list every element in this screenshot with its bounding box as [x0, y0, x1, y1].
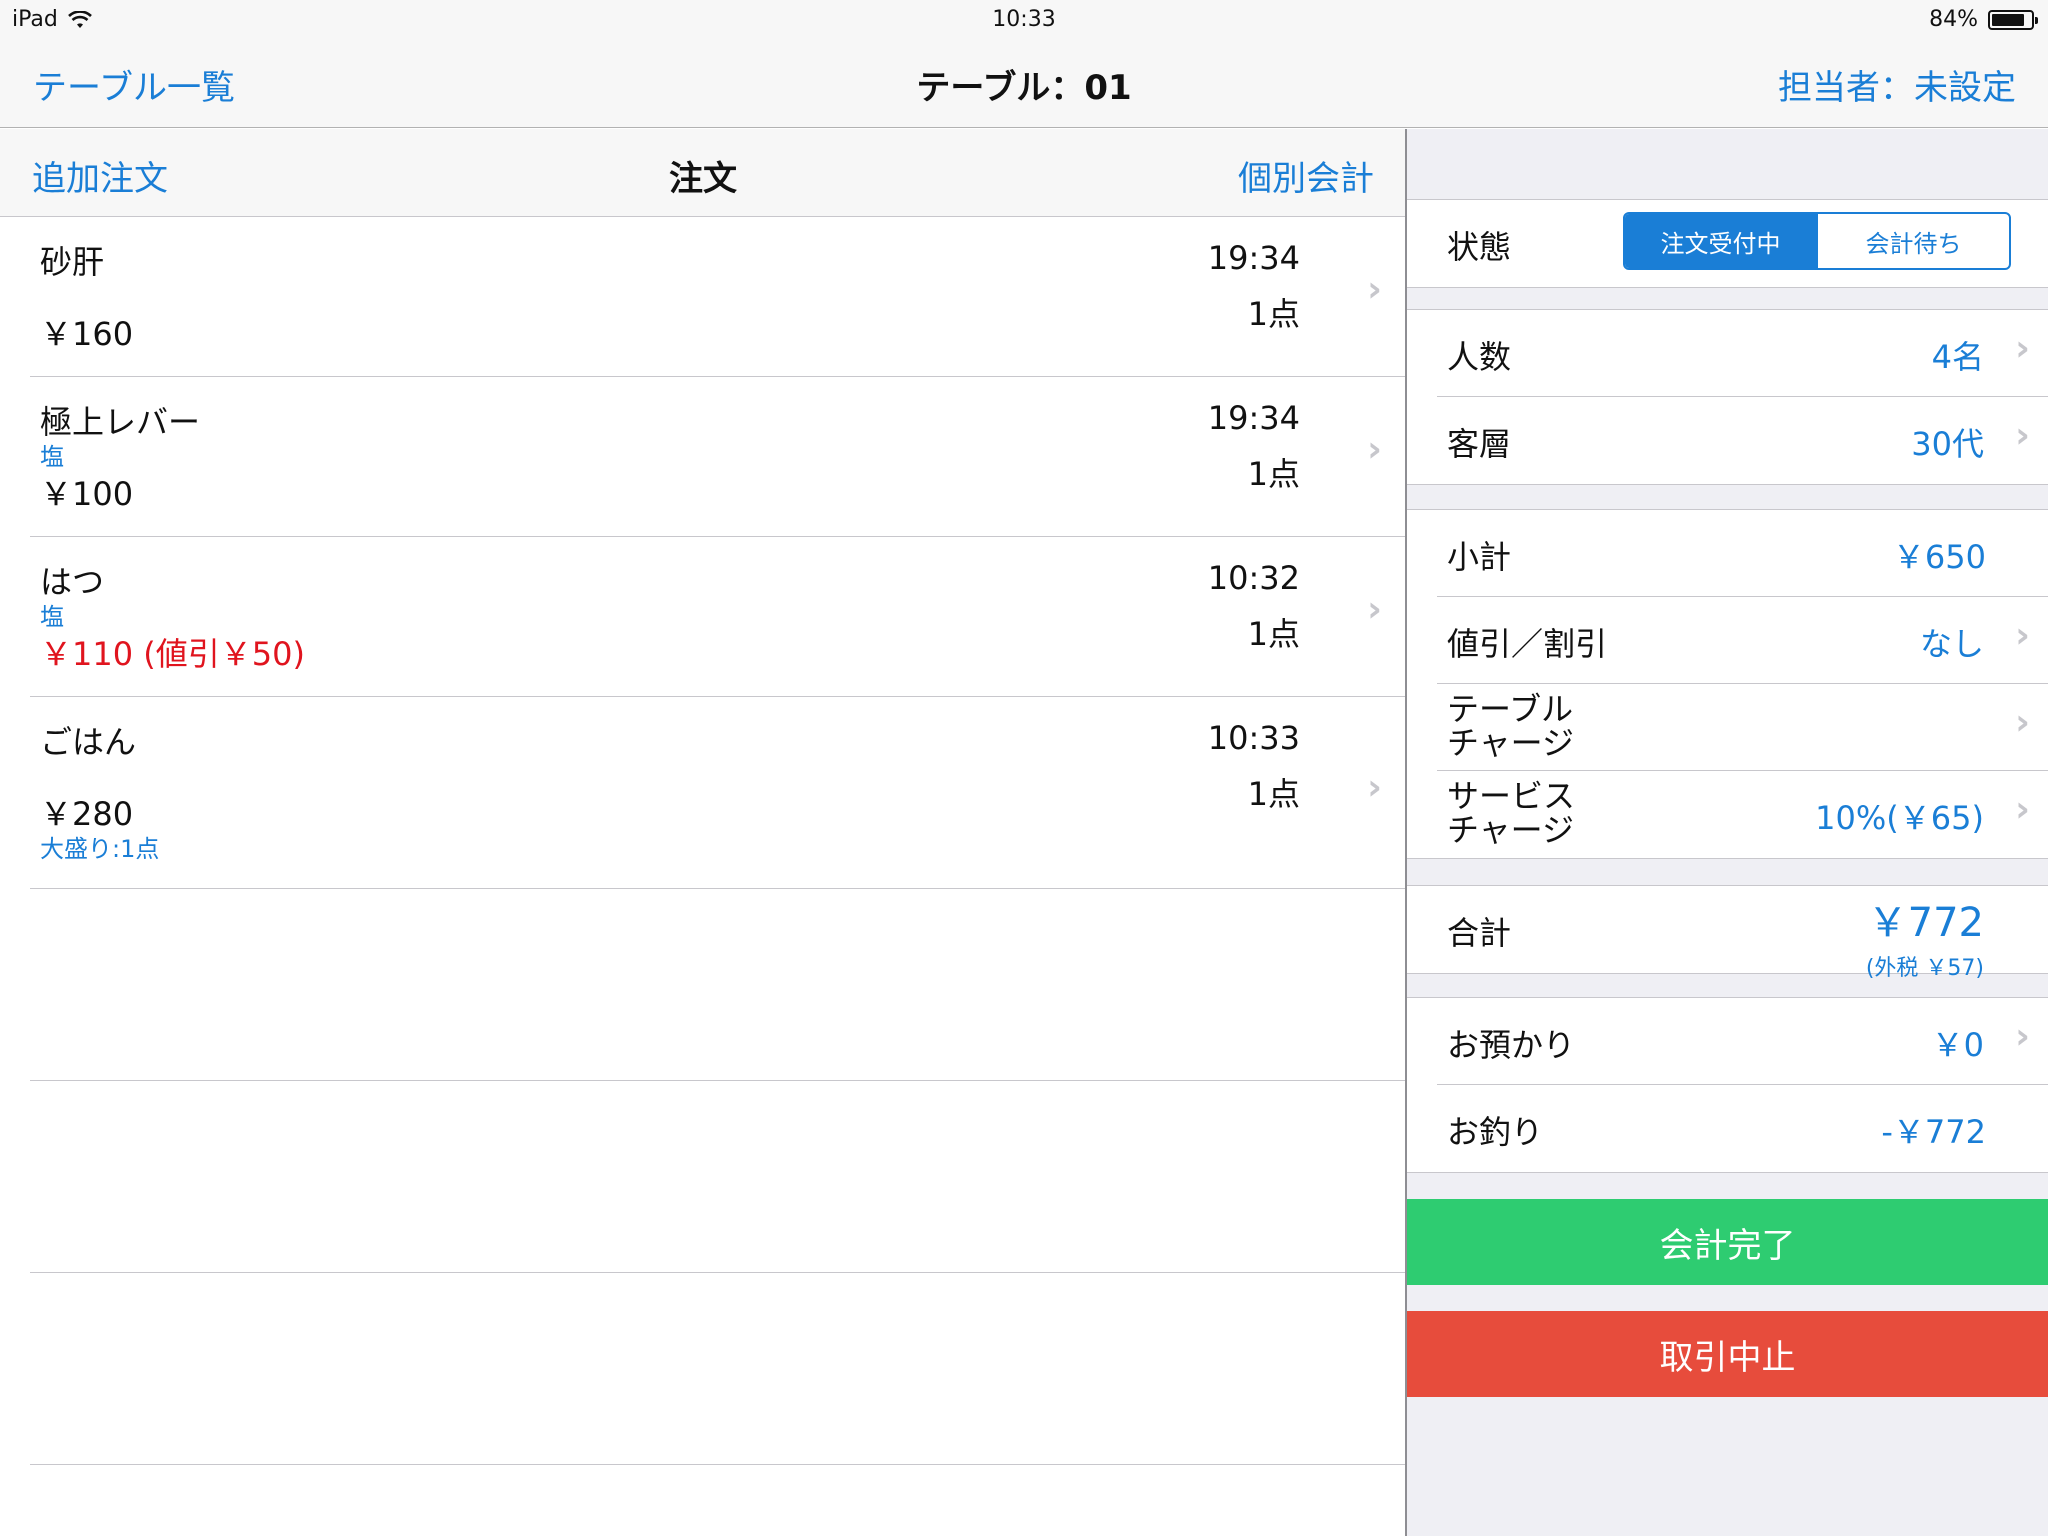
people-cell[interactable]: 人数 4名 ›	[1437, 310, 2048, 397]
order-qty: 1点	[1247, 295, 1300, 333]
chevron-right-icon: ›	[2015, 1016, 2030, 1057]
page-title: テーブル：01	[916, 68, 1132, 108]
service-charge-cell[interactable]: サービス チャージ 10%(￥65) ›	[1437, 771, 2048, 858]
total-amount: ￥772	[1867, 900, 1984, 946]
clock: 10:33	[992, 7, 1056, 32]
customer-type-cell[interactable]: 客層 30代 ›	[1437, 397, 2048, 484]
staff-button[interactable]: 担当者：未設定	[1778, 60, 2016, 109]
orders-title: 注文	[669, 159, 737, 199]
state-option-accepting[interactable]: 注文受付中	[1625, 214, 1816, 268]
chevron-right-icon: ›	[2015, 415, 2030, 456]
summary-panel: 状態 注文受付中 会計待ち 人数 4名 › 客層 30代 › 小計 ￥650 値…	[1407, 129, 2048, 1536]
service-charge-value: 10%(￥65)	[1815, 799, 1984, 837]
empty-row	[30, 889, 1406, 1081]
order-time: 10:32	[1207, 559, 1300, 597]
state-option-awaiting-payment[interactable]: 会計待ち	[1816, 214, 2009, 268]
order-time: 19:34	[1207, 239, 1300, 277]
table-charge-label-line2: チャージ	[1447, 724, 1575, 762]
discount-value: なし	[1919, 625, 1984, 663]
change-label: お釣り	[1447, 1113, 1544, 1151]
chevron-right-icon: ›	[1367, 589, 1382, 630]
battery-fill	[1992, 13, 2024, 26]
battery-icon	[1988, 9, 2038, 30]
service-charge-label-line1: サービス	[1447, 777, 1576, 815]
total-value: ￥772 (外税 ￥57)	[1866, 890, 1984, 982]
chevron-right-icon: ›	[1367, 429, 1382, 470]
deposit-cell[interactable]: お預かり ￥0 ›	[1437, 998, 2048, 1085]
chevron-right-icon: ›	[1367, 269, 1382, 310]
order-time: 10:33	[1207, 719, 1300, 757]
order-name: 極上レバー	[40, 403, 201, 441]
people-value: 4名	[1931, 338, 1984, 376]
total-tax: (外税 ￥57)	[1865, 956, 1984, 981]
table-charge-label: テーブル チャージ	[1447, 692, 1574, 760]
order-name: 砂肝	[40, 243, 105, 281]
order-name: ごはん	[40, 723, 137, 761]
orders-toolbar: 追加注文 注文 個別会計	[0, 129, 1406, 217]
payment-group: お預かり ￥0 › お釣り -￥772	[1407, 997, 2048, 1173]
table-charge-label-line1: テーブル	[1447, 690, 1574, 728]
change-value: -￥772	[1881, 1113, 1986, 1151]
total-label: 合計	[1447, 914, 1512, 952]
empty-row	[30, 1273, 1406, 1465]
chevron-right-icon: ›	[2015, 328, 2030, 369]
subtotal-value: ￥650	[1892, 538, 1986, 576]
cancel-transaction-button[interactable]: 取引中止	[1407, 1311, 2048, 1397]
people-label: 人数	[1447, 338, 1512, 376]
individual-checkout-button[interactable]: 個別会計	[1238, 151, 1374, 200]
order-option: 塩	[40, 603, 64, 631]
battery-percent: 84%	[1929, 7, 1978, 32]
total-group: 合計 ￥772 (外税 ￥57)	[1407, 885, 2048, 981]
change-cell: お釣り -￥772	[1437, 1085, 2048, 1172]
order-price: ￥110 (値引￥50)	[40, 635, 305, 673]
state-label: 状態	[1447, 228, 1512, 266]
orders-panel: 追加注文 注文 個別会計 砂肝 ￥160 19:34 1点 › 極上レバー 塩 …	[0, 129, 1406, 1536]
order-row[interactable]: 砂肝 ￥160 19:34 1点 ›	[30, 217, 1406, 377]
service-charge-label-line2: チャージ	[1447, 811, 1575, 849]
order-qty: 1点	[1247, 455, 1300, 493]
customer-type-label: 客層	[1447, 425, 1512, 463]
order-row[interactable]: はつ 塩 ￥110 (値引￥50) 10:32 1点 ›	[30, 537, 1406, 697]
deposit-value: ￥0	[1931, 1026, 1984, 1064]
order-extra: 大盛り:1点	[40, 835, 160, 863]
state-segmented-control[interactable]: 注文受付中 会計待ち	[1623, 212, 2011, 270]
empty-row	[30, 1081, 1406, 1273]
order-time: 19:34	[1207, 399, 1300, 437]
subtotal-cell: 小計 ￥650	[1437, 510, 2048, 597]
pricing-group: 小計 ￥650 値引／割引 なし › テーブル チャージ › サービス チャージ…	[1407, 509, 2048, 859]
state-cell: 状態 注文受付中 会計待ち	[1437, 200, 2048, 287]
order-row[interactable]: 極上レバー 塩 ￥100 19:34 1点 ›	[30, 377, 1406, 537]
order-price: ￥100	[40, 475, 134, 513]
order-option: 塩	[40, 443, 64, 471]
complete-checkout-button[interactable]: 会計完了	[1407, 1199, 2048, 1285]
total-cell: 合計 ￥772 (外税 ￥57)	[1437, 886, 2048, 981]
order-qty: 1点	[1247, 775, 1300, 813]
guest-group: 人数 4名 › 客層 30代 ›	[1407, 309, 2048, 485]
order-list: 砂肝 ￥160 19:34 1点 › 極上レバー 塩 ￥100 19:34 1点…	[0, 217, 1406, 1465]
subtotal-label: 小計	[1447, 538, 1512, 576]
deposit-label: お預かり	[1447, 1026, 1576, 1064]
order-price: ￥160	[40, 315, 134, 353]
order-qty: 1点	[1247, 615, 1300, 653]
chevron-right-icon: ›	[1367, 767, 1382, 808]
discount-cell[interactable]: 値引／割引 なし ›	[1437, 597, 2048, 684]
state-group: 状態 注文受付中 会計待ち	[1407, 199, 2048, 288]
chevron-right-icon: ›	[2015, 615, 2030, 656]
service-charge-label: サービス チャージ	[1447, 779, 1575, 847]
table-charge-cell[interactable]: テーブル チャージ ›	[1437, 684, 2048, 771]
chevron-right-icon: ›	[2015, 702, 2030, 743]
nav-bar: テーブル一覧 テーブル：01 担当者：未設定	[0, 40, 2048, 128]
chevron-right-icon: ›	[2015, 789, 2030, 830]
status-bar: iPad 10:33 84%	[0, 0, 2048, 40]
status-right: 84%	[1929, 7, 2038, 32]
customer-type-value: 30代	[1911, 425, 1984, 463]
discount-label: 値引／割引	[1447, 625, 1608, 663]
order-row[interactable]: ごはん ￥280 大盛り:1点 10:33 1点 ›	[30, 697, 1406, 889]
